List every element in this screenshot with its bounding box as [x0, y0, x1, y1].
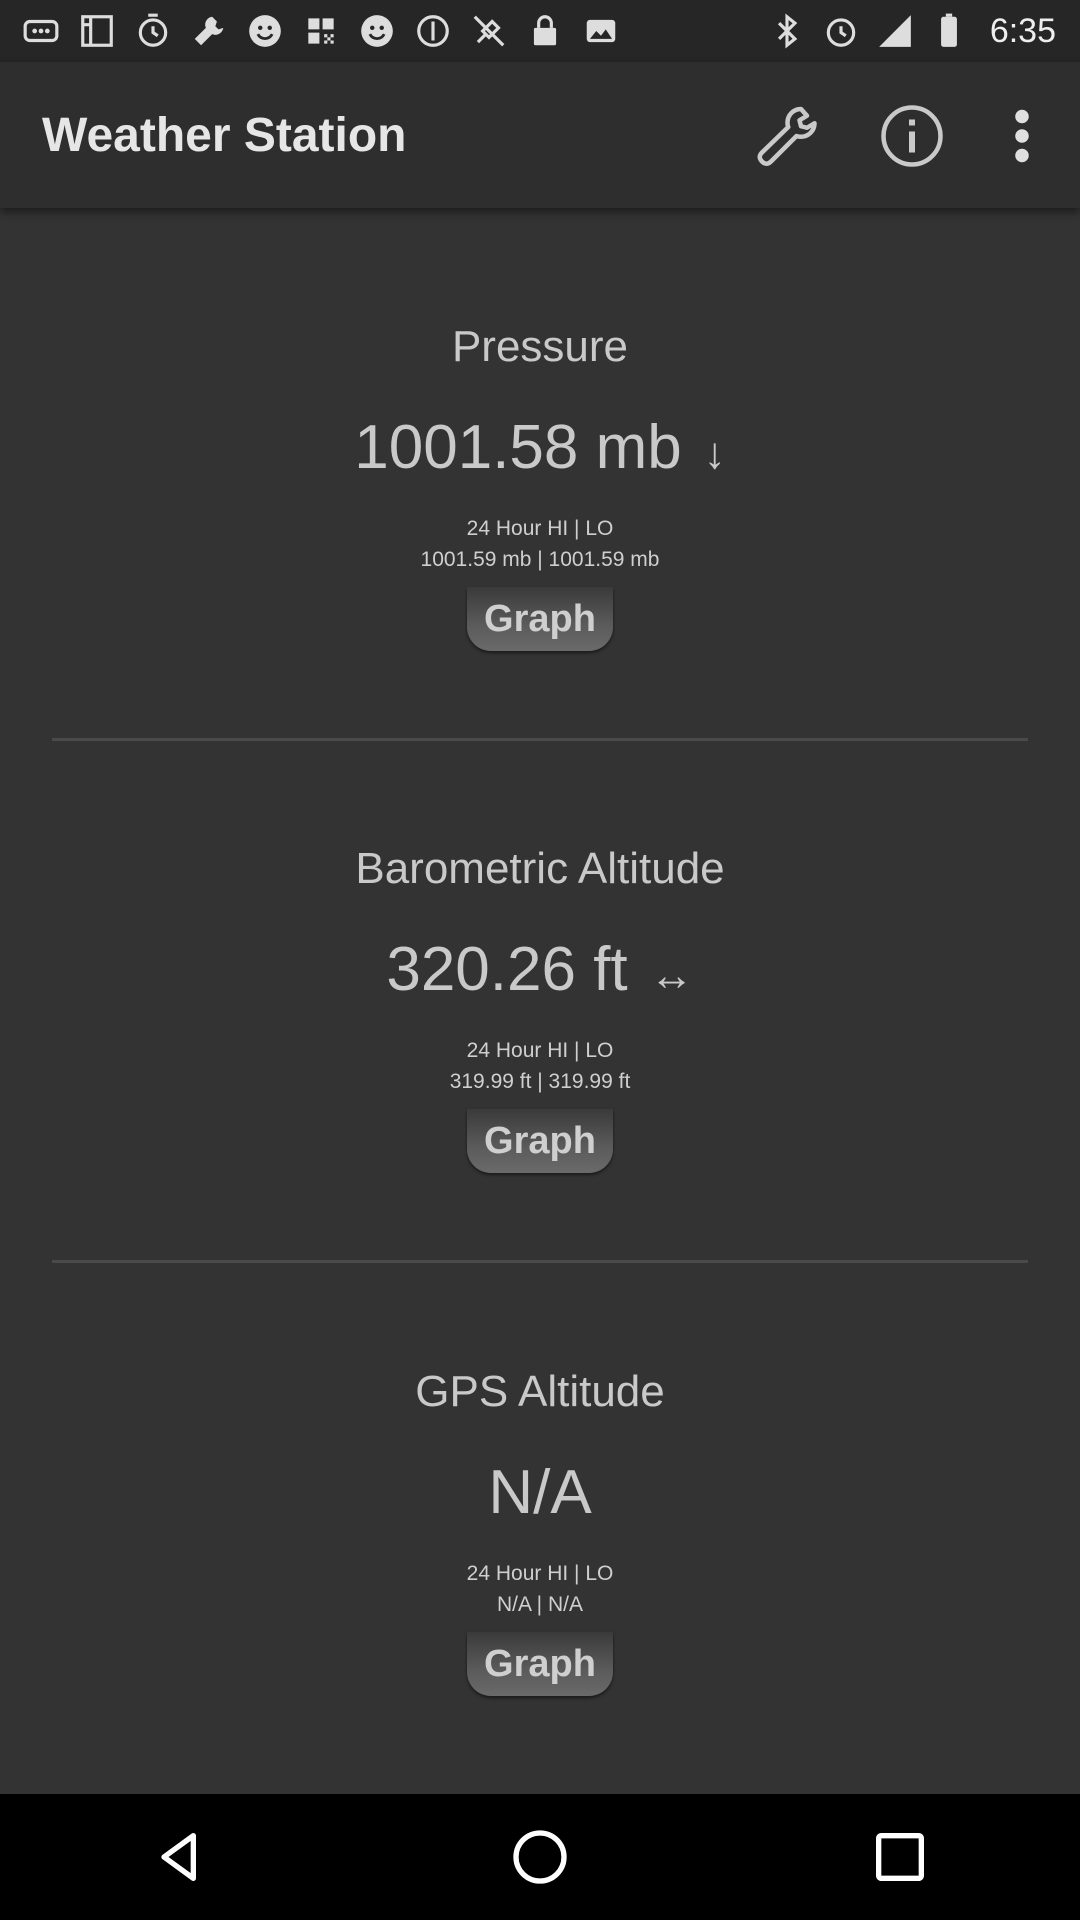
hilo-value: N/A | N/A — [497, 1593, 583, 1616]
hilo-label: 24 Hour HI | LO — [466, 1039, 614, 1062]
status-time: 6:35 — [989, 11, 1056, 50]
trend-steady-icon: ↔ — [649, 951, 694, 1000]
section-title: Barometric Altitude — [355, 844, 725, 893]
hilo-label: 24 Hour HI | LO — [466, 1562, 614, 1585]
gps-altitude-section: GPS Altitude N/A 24 Hour HI | LO N/A | N… — [0, 1367, 1080, 1696]
wrench-icon — [190, 12, 228, 50]
value-text: 1001.58 mb — [354, 413, 682, 482]
info-icon — [881, 105, 943, 167]
hilo-label: 24 Hour HI | LO — [466, 517, 614, 540]
trend-down-icon: ↓ — [703, 429, 726, 478]
hilo-value: 1001.59 mb | 1001.59 mb — [420, 548, 660, 571]
bluetooth-icon — [768, 12, 806, 50]
home-button[interactable] — [500, 1817, 580, 1897]
app-title: Weather Station — [42, 109, 407, 162]
more-vert-icon — [1015, 109, 1029, 163]
barometric-altitude-value: 320.26 ft ↔ — [0, 934, 1080, 1005]
wrench-icon — [757, 106, 817, 166]
app-bar: Weather Station — [0, 62, 1080, 208]
value-text: N/A — [488, 1458, 592, 1527]
home-icon — [513, 1830, 567, 1884]
gps-altitude-graph-button[interactable]: Graph — [467, 1632, 613, 1696]
hilo-block: 24 Hour HI | LO 319.99 ft | 319.99 ft — [0, 1035, 1080, 1097]
battery-icon — [930, 12, 968, 50]
pressure-graph-button[interactable]: Graph — [467, 587, 613, 651]
gps-altitude-value: N/A — [0, 1457, 1080, 1528]
settings-button[interactable] — [742, 92, 830, 180]
alarm-icon — [134, 12, 172, 50]
clock-icon — [822, 12, 860, 50]
image-icon — [78, 12, 116, 50]
barometric-altitude-section: Barometric Altitude 320.26 ft ↔ 24 Hour H… — [0, 844, 1080, 1173]
image-icon — [582, 12, 620, 50]
more-icon — [22, 12, 60, 50]
hilo-block: 24 Hour HI | LO N/A | N/A — [0, 1558, 1080, 1620]
divider — [52, 738, 1028, 741]
status-bar: 6:35 — [0, 0, 1080, 62]
recents-button[interactable] — [860, 1817, 940, 1897]
overflow-menu-button[interactable] — [978, 92, 1066, 180]
value-text: 320.26 ft — [386, 935, 628, 1004]
hilo-block: 24 Hour HI | LO 1001.59 mb | 1001.59 mb — [0, 513, 1080, 575]
section-title: Pressure — [451, 322, 629, 371]
pressure-value: 1001.58 mb ↓ — [0, 412, 1080, 483]
back-icon — [161, 1833, 196, 1881]
disc-icon — [414, 12, 452, 50]
barometric-altitude-graph-button[interactable]: Graph — [467, 1109, 613, 1173]
qr-icon — [302, 12, 340, 50]
smiley-icon — [246, 12, 284, 50]
recents-icon — [876, 1833, 924, 1881]
pressure-section: Pressure 1001.58 mb ↓ 24 Hour HI | LO 100… — [0, 322, 1080, 651]
smiley-icon — [358, 12, 396, 50]
section-title: GPS Altitude — [415, 1367, 665, 1416]
navigation-bar — [0, 1794, 1080, 1920]
notification-icons — [0, 12, 620, 50]
lock-icon — [526, 12, 564, 50]
satellite-off-icon — [470, 12, 508, 50]
hilo-value: 319.99 ft | 319.99 ft — [449, 1070, 631, 1093]
divider — [52, 1260, 1028, 1263]
signal-icon — [876, 12, 914, 50]
system-icons: 6:35 — [768, 12, 1080, 51]
info-button[interactable] — [868, 92, 956, 180]
back-button[interactable] — [140, 1817, 220, 1897]
